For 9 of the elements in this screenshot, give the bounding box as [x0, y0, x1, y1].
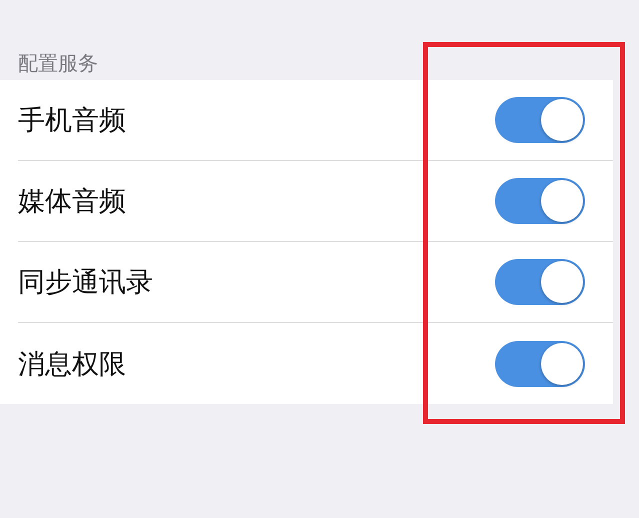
- toggle-switch[interactable]: [495, 340, 585, 386]
- setting-label: 媒体音频: [18, 185, 126, 219]
- setting-label: 手机音频: [18, 104, 126, 138]
- setting-label: 消息权限: [18, 348, 126, 382]
- toggle-switch[interactable]: [495, 97, 585, 143]
- toggle-switch[interactable]: [495, 178, 585, 224]
- setting-label: 同步通讯录: [18, 266, 153, 300]
- toggle-switch[interactable]: [495, 259, 585, 305]
- section-header: 配置服务: [17, 50, 98, 77]
